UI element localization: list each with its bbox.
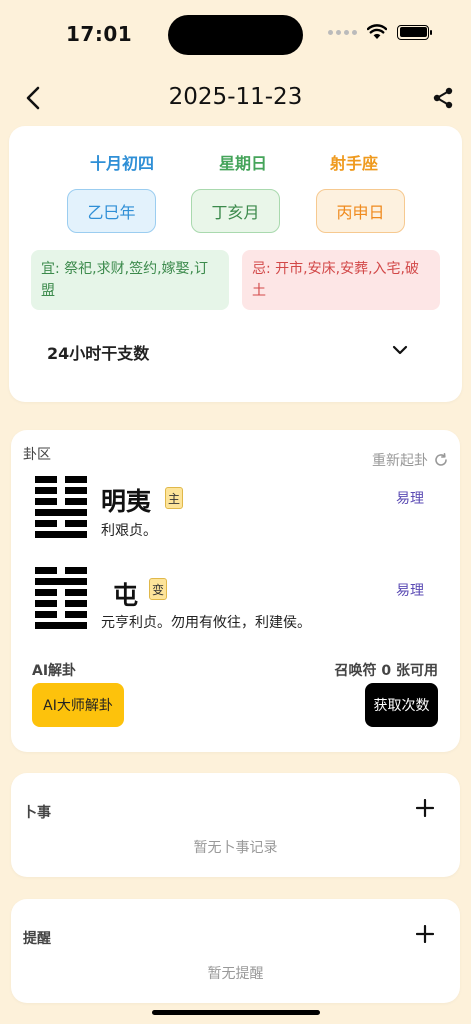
- refresh-icon: [435, 453, 447, 466]
- changed-gua-name: 屯: [113, 581, 139, 610]
- wifi-icon: [367, 24, 387, 39]
- divination-empty-text: 暂无卜事记录: [193, 840, 278, 856]
- signal-icon: [328, 29, 357, 35]
- changed-gua-tag: 变: [149, 578, 167, 600]
- reminder-empty-text: 暂无提醒: [207, 966, 264, 982]
- add-divination-button[interactable]: [412, 795, 438, 821]
- changed-hexagram-icon: [35, 567, 87, 633]
- plus-icon: [416, 925, 434, 943]
- add-reminder-button[interactable]: [412, 921, 438, 947]
- date-card: 十月初四 星期日 射手座 乙巳年 丁亥月 丙申日 宜: 祭祀,求财,签约,嫁娶,…: [9, 126, 462, 402]
- zodiac-sign: 射手座: [330, 154, 379, 173]
- ai-master-button[interactable]: AI大师解卦: [32, 683, 124, 727]
- plus-icon: [416, 799, 434, 817]
- nav-bar: 2025-11-23: [0, 78, 471, 118]
- share-icon: [433, 87, 453, 109]
- changed-yili-link[interactable]: 易理: [396, 580, 424, 600]
- reminder-title: 提醒: [23, 931, 51, 947]
- changed-gua-text: 元亨利贞。勿用有攸往，利建侯。: [101, 615, 311, 631]
- ai-section-label: AI解卦: [32, 663, 77, 679]
- share-button[interactable]: [429, 84, 457, 112]
- divination-title: 卜事: [23, 805, 51, 821]
- status-time: 17:01: [66, 22, 133, 46]
- lunar-date: 十月初四: [90, 154, 155, 173]
- page-title: 2025-11-23: [168, 84, 303, 110]
- redo-label: 重新起卦: [372, 453, 428, 469]
- reminder-card: 提醒 暂无提醒: [11, 899, 460, 1003]
- get-credits-button[interactable]: 获取次数: [365, 683, 438, 727]
- year-ganzhi-badge: 乙巳年: [67, 189, 156, 233]
- dynamic-island: [168, 15, 303, 55]
- main-gua-text: 利艰贞。: [101, 523, 157, 539]
- battery-icon: [397, 24, 432, 40]
- redo-divination-button[interactable]: 重新起卦: [372, 450, 448, 470]
- divination-card: 卜事 暂无卜事记录: [11, 773, 460, 877]
- main-gua-tag: 主: [165, 487, 183, 509]
- month-ganzhi-badge: 丁亥月: [191, 189, 280, 233]
- ji-box: 忌: 开市,安床,安葬,入宅,破土: [242, 250, 440, 310]
- status-icons: [328, 24, 432, 40]
- day-ganzhi-badge: 丙申日: [316, 189, 405, 233]
- yi-box: 宜: 祭祀,求财,签约,嫁娶,订盟: [31, 250, 229, 310]
- status-bar: 17:01: [0, 0, 471, 70]
- summon-count: 召唤符 0 张可用: [334, 663, 439, 679]
- main-hexagram-icon: [35, 476, 87, 542]
- gua-section-label: 卦区: [23, 447, 51, 463]
- chevron-down-icon: [388, 338, 412, 362]
- hours-ganzhi-toggle[interactable]: 24小时干支数: [9, 326, 462, 376]
- hours-ganzhi-label: 24小时干支数: [47, 344, 150, 363]
- gua-card: 卦区 重新起卦 明夷 主 利艰贞。 易理 屯 变 元亨利贞。勿用有攸往，利建侯。…: [11, 430, 460, 752]
- weekday: 星期日: [219, 154, 268, 173]
- main-yili-link[interactable]: 易理: [396, 488, 424, 508]
- main-gua-name: 明夷: [101, 487, 152, 516]
- home-indicator: [152, 1010, 320, 1015]
